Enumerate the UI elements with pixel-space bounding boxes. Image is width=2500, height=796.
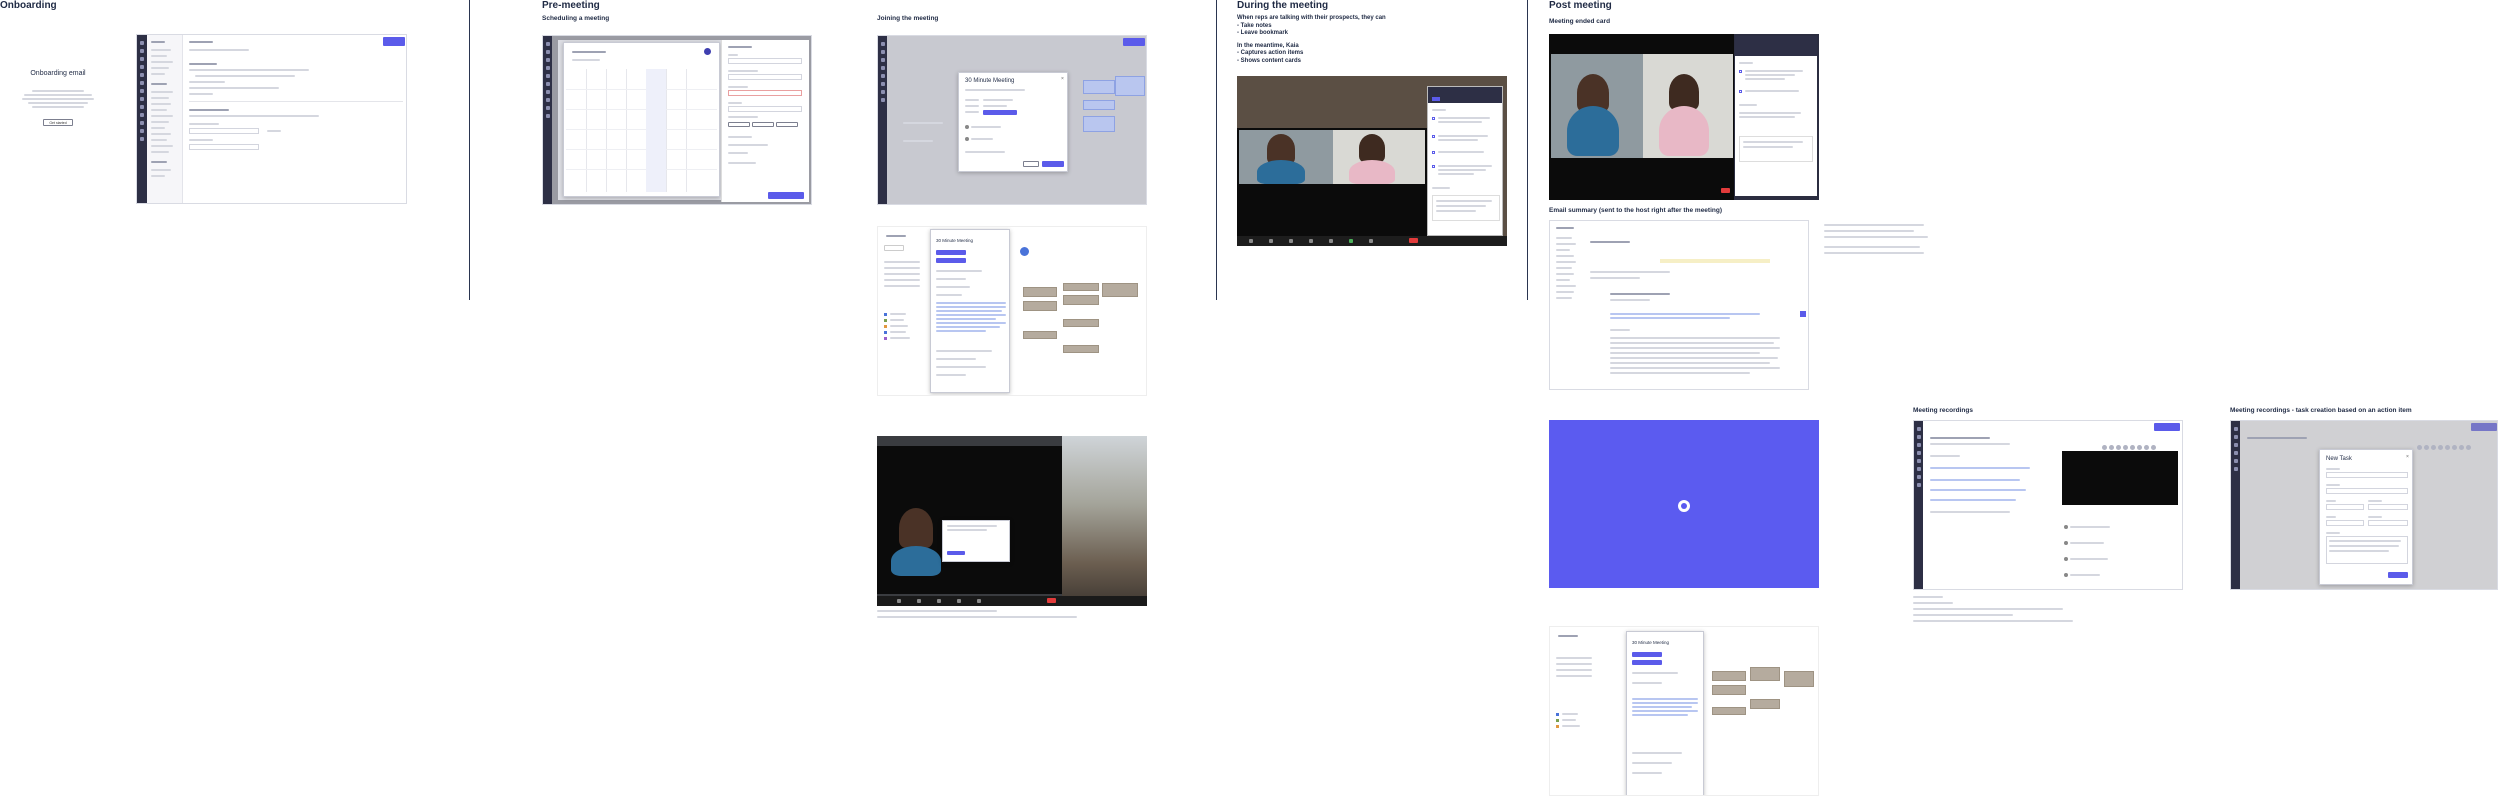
- header-action-button[interactable]: [383, 37, 405, 46]
- onboarding-email-card: Onboarding email Get started: [18, 70, 98, 126]
- app-sidebar: [137, 35, 147, 203]
- during-meeting-video: [1237, 76, 1507, 246]
- avatar: [965, 125, 969, 129]
- join-button[interactable]: [936, 250, 966, 255]
- attendees-input[interactable]: [728, 74, 802, 80]
- cancel-button[interactable]: [1023, 161, 1039, 167]
- during-notes: When reps are talking with their prospec…: [1237, 15, 1386, 65]
- time-input[interactable]: [728, 90, 802, 96]
- section-divider: [469, 0, 470, 300]
- meantime-intro: In the meantime, Kaia: [1237, 42, 1299, 49]
- task-status-select[interactable]: [2368, 520, 2408, 526]
- meeting-dialog-title: 30 Minute Meeting: [965, 78, 1015, 84]
- event-title: 30 Minute Meeting: [1632, 640, 1670, 645]
- meeting-recordings-screen: [1913, 420, 2183, 590]
- task-creation-screen: New Task ×: [2230, 420, 2498, 590]
- meantime-item: - Shows content cards: [1237, 57, 1302, 64]
- location-input[interactable]: [728, 106, 802, 112]
- subtitle-recordings-task: Meeting recordings - task creation based…: [2230, 407, 2412, 414]
- join-button[interactable]: [1632, 652, 1662, 657]
- google-calendar-screen: 30 Minute Meeting: [877, 226, 1147, 396]
- section-divider: [1216, 0, 1217, 300]
- task-related-input[interactable]: [2326, 488, 2408, 494]
- task-title-input[interactable]: [2326, 472, 2408, 478]
- save-task-button[interactable]: [2388, 572, 2408, 578]
- subtitle-joining: Joining the meeting: [877, 15, 939, 22]
- joining-screen: 30 Minute Meeting ×: [877, 35, 1147, 205]
- join-button[interactable]: [1632, 660, 1662, 665]
- joining-video-call: [877, 436, 1147, 606]
- join-button[interactable]: [936, 258, 966, 263]
- close-icon[interactable]: ×: [2406, 454, 2409, 460]
- title-input[interactable]: [728, 58, 802, 64]
- event-title: 30 Minute Meeting: [936, 238, 974, 243]
- scheduling-screen: [542, 35, 812, 205]
- google-calendar-screen-2: 30 Minute Meeting: [1549, 626, 1819, 796]
- section-title-during: During the meeting: [1237, 0, 1329, 11]
- meantime-item: - Captures action items: [1237, 50, 1304, 56]
- new-task-dialog: New Task ×: [2319, 449, 2413, 585]
- event-details-popup: 30 Minute Meeting: [1626, 631, 1704, 795]
- get-started-button[interactable]: Get started: [43, 119, 73, 126]
- kaia-logo-icon: [1678, 500, 1690, 512]
- option-button[interactable]: [776, 122, 798, 127]
- onboarding-settings-screen: [136, 34, 407, 204]
- during-item: - Leave bookmark: [1237, 30, 1289, 36]
- schedule-button[interactable]: [768, 192, 804, 199]
- avatar: [965, 137, 969, 141]
- subtitle-email-summary: Email summary (sent to the host right af…: [1549, 207, 1722, 214]
- loading-card: [1549, 420, 1819, 588]
- meeting-ended-video: [1549, 34, 1819, 200]
- join-button[interactable]: [1042, 161, 1064, 167]
- field-input[interactable]: [189, 128, 259, 134]
- section-title-pre-meeting: Pre-meeting: [542, 0, 600, 11]
- meeting-details-panel: [721, 40, 809, 202]
- section-divider: [1527, 0, 1528, 300]
- subtitle-meeting-ended: Meeting ended card: [1549, 18, 1611, 25]
- close-icon[interactable]: ×: [1061, 76, 1064, 82]
- field-input[interactable]: [189, 144, 259, 150]
- during-item: - Take notes: [1237, 22, 1272, 29]
- task-description-input[interactable]: [2326, 536, 2408, 564]
- new-task-title: New Task: [2326, 456, 2352, 462]
- subtitle-recordings: Meeting recordings: [1913, 407, 1973, 414]
- event-details-popup: 30 Minute Meeting: [930, 229, 1010, 393]
- meeting-ended-card: [1735, 36, 1817, 196]
- section-title-onboarding: Onboarding: [0, 0, 57, 11]
- kaia-panel: [1427, 86, 1503, 236]
- subtitle-scheduling: Scheduling a meeting: [542, 15, 610, 22]
- task-owner-select[interactable]: [2326, 520, 2364, 526]
- email-summary-screen: [1549, 220, 1809, 390]
- task-priority-select[interactable]: [2368, 504, 2408, 510]
- task-date-input[interactable]: [2326, 504, 2364, 510]
- settings-nav: [147, 35, 183, 203]
- schedule-meeting-dialog: [563, 42, 720, 197]
- option-button[interactable]: [752, 122, 774, 127]
- design-board: Onboarding Pre-meeting During the meetin…: [0, 0, 2500, 796]
- during-intro: When reps are talking with their prospec…: [1237, 15, 1386, 21]
- meeting-details-dialog: 30 Minute Meeting ×: [958, 72, 1068, 172]
- onboarding-email-title: Onboarding email: [30, 70, 86, 77]
- option-button[interactable]: [728, 122, 750, 127]
- join-meeting-button[interactable]: [983, 110, 1017, 115]
- section-title-post: Post meeting: [1549, 0, 1612, 11]
